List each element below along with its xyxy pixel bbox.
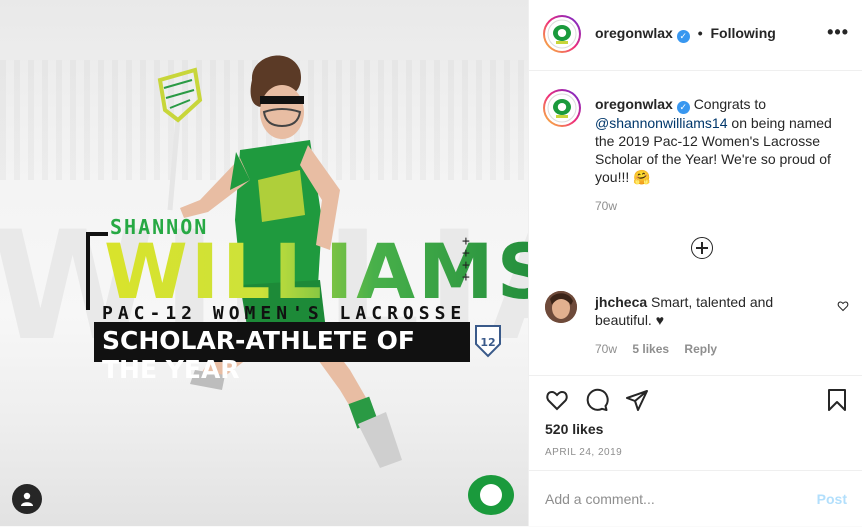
oregon-avatar-icon — [547, 19, 577, 49]
award-banner: SCHOLAR-ATHLETE OF THE YEAR — [94, 322, 470, 384]
verified-icon: ✓ — [676, 30, 690, 43]
actions-divider — [529, 375, 862, 377]
heart-icon[interactable] — [545, 388, 569, 412]
add-comment-input[interactable]: Add a comment... — [545, 491, 655, 507]
comment-likes[interactable]: 5 likes — [632, 342, 669, 356]
add-comment-row: Add a comment... Post — [529, 470, 862, 527]
pac12-logo: 12 — [475, 325, 501, 358]
comment-like-heart-icon[interactable] — [837, 300, 849, 312]
comment-item: jhcheca Smart, talented and beautiful. ♥ — [595, 293, 829, 329]
user-icon[interactable] — [12, 484, 42, 514]
header-username-row: oregonwlax ✓ • Following — [595, 25, 776, 43]
caption-text-before: Congrats to — [693, 96, 767, 112]
commenter-photo — [545, 291, 577, 323]
caption-avatar[interactable] — [543, 89, 581, 127]
post-date[interactable]: APRIL 24, 2019 — [545, 447, 622, 458]
comment-avatar[interactable] — [545, 291, 577, 323]
verified-icon: ✓ — [676, 101, 690, 114]
post-caption: oregonwlax ✓ Congrats to @shannonwilliams… — [595, 95, 851, 186]
comment-meta: 70w 5 likes Reply — [595, 342, 717, 356]
comment-icon[interactable] — [585, 388, 609, 412]
oregon-avatar-icon — [547, 93, 577, 123]
comment-username[interactable]: jhcheca — [595, 294, 647, 310]
decorative-plus-marks: + + + + — [462, 234, 470, 285]
award-title: SCHOLAR-ATHLETE OF THE YEAR — [102, 326, 415, 384]
more-horizontal-icon[interactable]: ••• — [827, 22, 849, 43]
post-image[interactable]: WILLIAMS — [0, 0, 528, 526]
caption-username[interactable]: oregonwlax — [595, 96, 673, 112]
bookmark-icon[interactable] — [825, 388, 849, 412]
like-count[interactable]: 520 likes — [545, 421, 603, 437]
comment-time[interactable]: 70w — [595, 342, 617, 356]
oregon-o-logo — [468, 475, 514, 515]
comment-reply-button[interactable]: Reply — [684, 342, 717, 356]
post-side-panel: oregonwlax ✓ • Following ••• oregonwlax ✓ … — [528, 0, 862, 526]
post-comment-button[interactable]: Post — [817, 491, 847, 507]
share-icon[interactable] — [625, 388, 649, 412]
post-header: oregonwlax ✓ • Following ••• — [529, 0, 862, 71]
follow-separator: • — [697, 25, 703, 41]
following-button[interactable]: Following — [710, 25, 775, 41]
plus-circle-icon[interactable] — [691, 237, 713, 259]
caption-mention-link[interactable]: @shannonwilliams14 — [595, 115, 728, 131]
svg-text:12: 12 — [480, 336, 495, 349]
instagram-post: WILLIAMS — [0, 0, 862, 526]
header-username[interactable]: oregonwlax — [595, 25, 673, 41]
award-subtitle: PAC-12 WOMEN'S LACROSSE — [102, 303, 467, 324]
caption-time[interactable]: 70w — [595, 199, 617, 213]
header-avatar[interactable] — [543, 15, 581, 53]
